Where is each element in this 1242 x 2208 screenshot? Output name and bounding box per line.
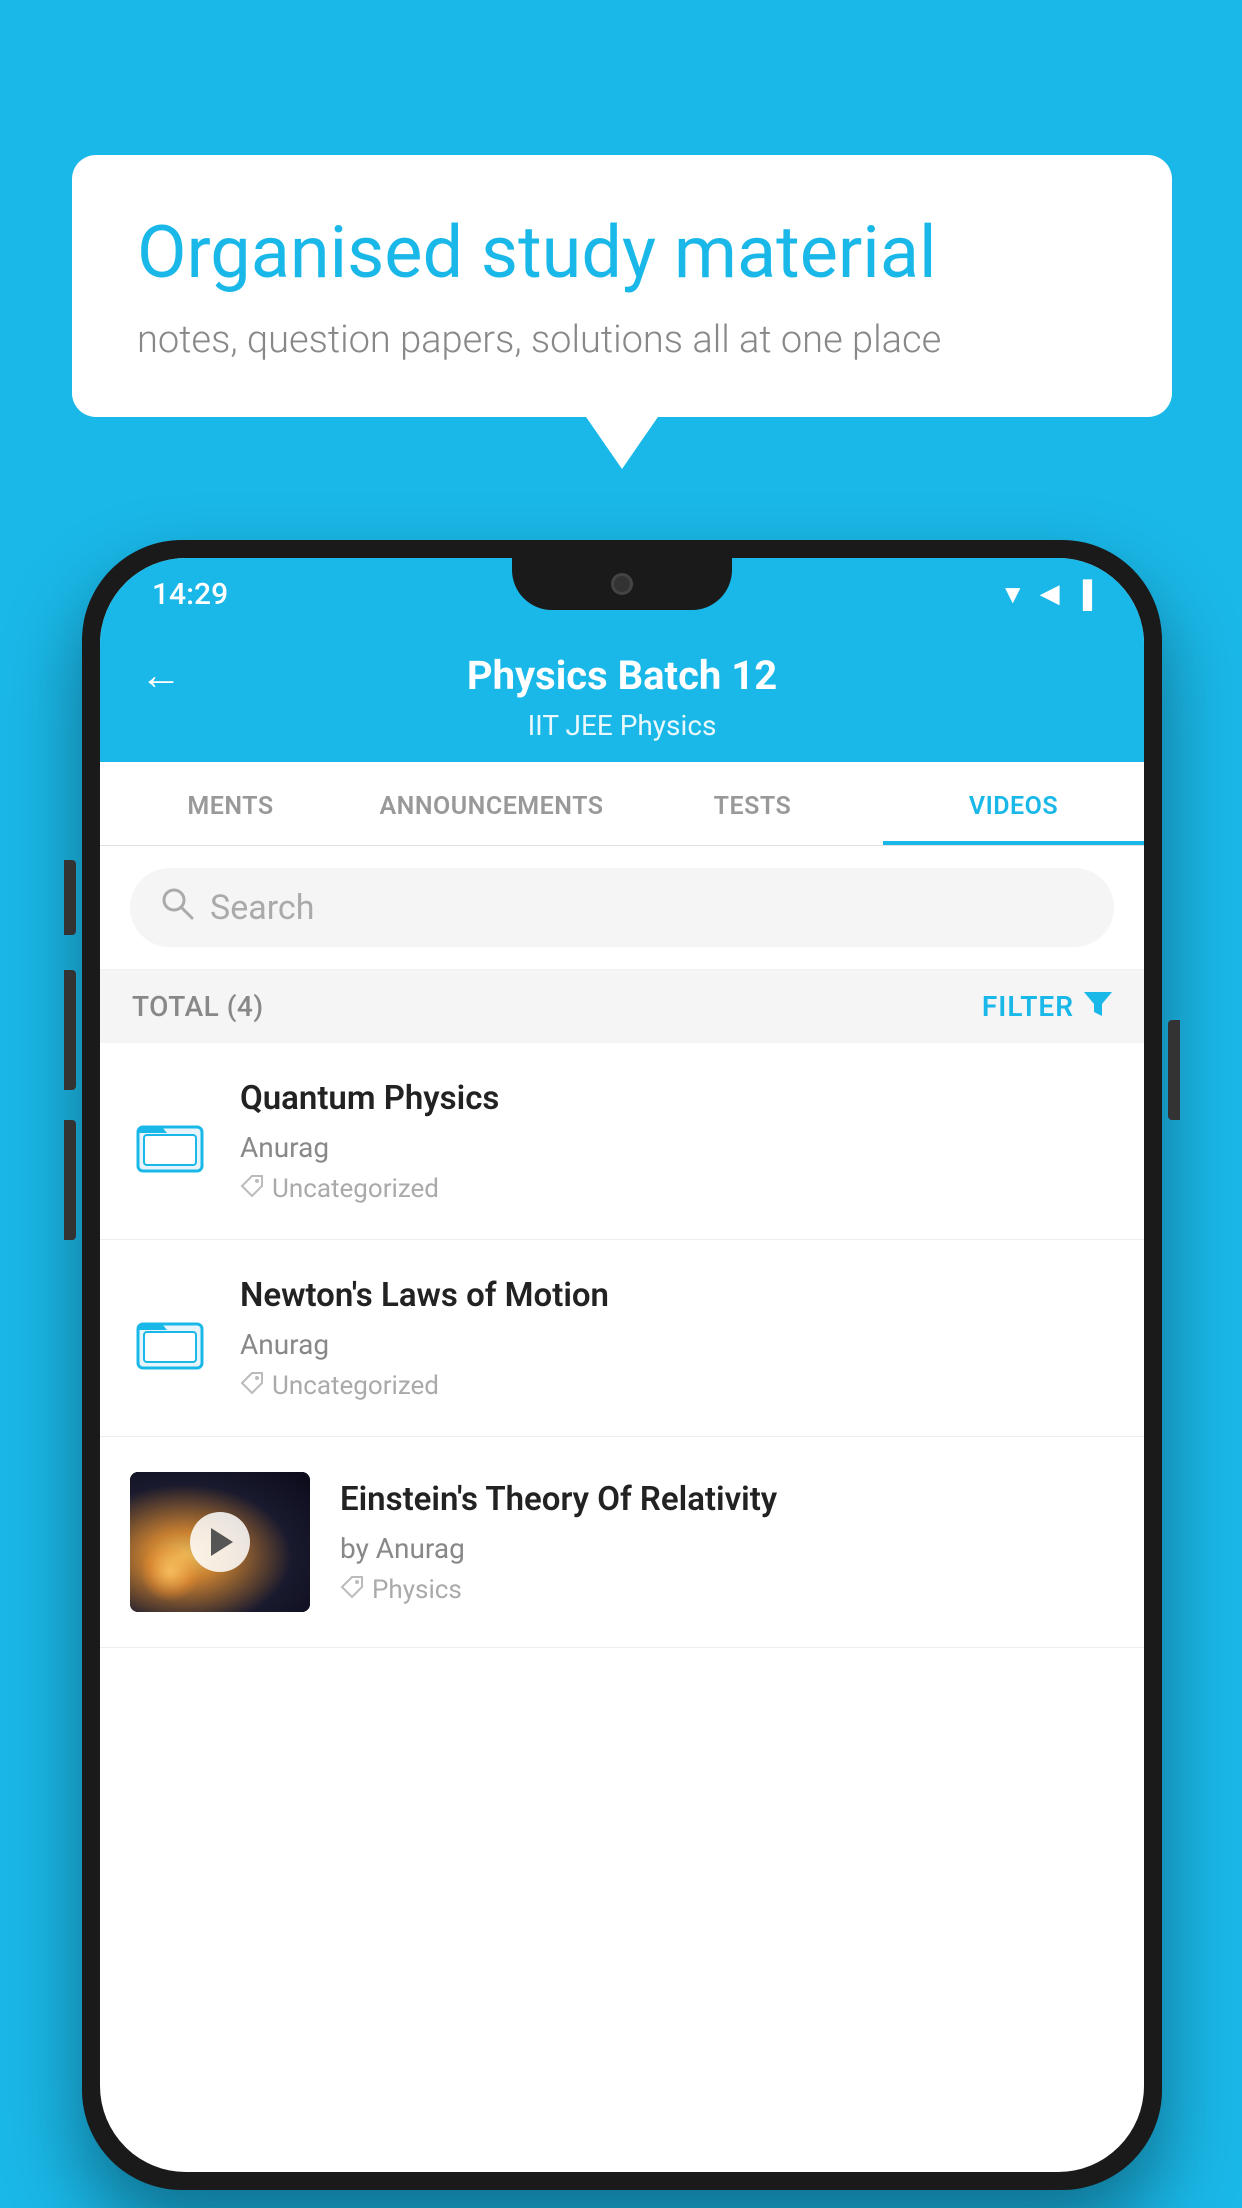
back-button[interactable]: ← — [140, 651, 182, 700]
tabs: MENTS ANNOUNCEMENTS TESTS VIDEOS — [100, 762, 1144, 846]
search-icon — [160, 886, 194, 929]
filter-label: FILTER — [982, 990, 1074, 1023]
status-bar: 14:29 ▼ ◀ ▐ — [100, 558, 1144, 630]
search-bar: Search — [100, 846, 1144, 970]
bubble-subtitle: notes, question papers, solutions all at… — [137, 318, 1107, 362]
tab-videos[interactable]: VIDEOS — [883, 762, 1144, 845]
silent-button — [64, 1120, 76, 1240]
volume-up-button — [64, 860, 76, 935]
camera — [611, 573, 633, 595]
folder-icon — [130, 1105, 210, 1177]
header-title: Physics Batch 12 — [467, 652, 777, 699]
folder-icon — [130, 1302, 210, 1374]
total-count: TOTAL (4) — [132, 990, 264, 1023]
tab-tests[interactable]: TESTS — [622, 762, 883, 845]
phone-wrapper: 14:29 ▼ ◀ ▐ ← Physics Batch 12 IIT JEE P… — [82, 540, 1162, 2190]
signal-icon: ◀ — [1040, 579, 1060, 609]
tag-label: Uncategorized — [272, 1174, 439, 1204]
play-icon — [211, 1528, 233, 1556]
video-title: Einstein's Theory Of Relativity — [340, 1479, 1114, 1522]
tag-label: Uncategorized — [272, 1371, 439, 1401]
search-input-wrap[interactable]: Search — [130, 868, 1114, 947]
video-info: Newton's Laws of Motion Anurag Uncategor… — [240, 1275, 1114, 1401]
status-time: 14:29 — [152, 577, 228, 612]
app-header: ← Physics Batch 12 IIT JEE Physics — [100, 630, 1144, 762]
volume-down-button — [64, 970, 76, 1090]
filter-icon — [1084, 990, 1112, 1023]
tab-announcements[interactable]: ANNOUNCEMENTS — [361, 762, 622, 845]
notch — [512, 558, 732, 610]
video-thumbnail — [130, 1472, 310, 1612]
list-item[interactable]: Einstein's Theory Of Relativity by Anura… — [100, 1437, 1144, 1648]
tag-label: Physics — [372, 1575, 462, 1605]
header-subtitle: IIT JEE Physics — [528, 709, 717, 742]
video-title: Quantum Physics — [240, 1078, 1114, 1121]
tag-icon — [240, 1174, 264, 1204]
speech-bubble: Organised study material notes, question… — [72, 155, 1172, 417]
video-info: Einstein's Theory Of Relativity by Anura… — [340, 1479, 1114, 1605]
list-item[interactable]: Newton's Laws of Motion Anurag Uncategor… — [100, 1240, 1144, 1437]
video-author: Anurag — [240, 1328, 1114, 1361]
video-list: Quantum Physics Anurag Uncategorized — [100, 1043, 1144, 1648]
battery-icon: ▐ — [1074, 579, 1092, 610]
video-tag: Uncategorized — [240, 1174, 1114, 1204]
video-tag: Uncategorized — [240, 1371, 1114, 1401]
tab-ments[interactable]: MENTS — [100, 762, 361, 845]
play-button[interactable] — [190, 1512, 250, 1572]
phone-screen: 14:29 ▼ ◀ ▐ ← Physics Batch 12 IIT JEE P… — [100, 558, 1144, 2172]
status-icons: ▼ ◀ ▐ — [1000, 579, 1092, 610]
filter-row: TOTAL (4) FILTER — [100, 970, 1144, 1043]
list-item[interactable]: Quantum Physics Anurag Uncategorized — [100, 1043, 1144, 1240]
phone-outer: 14:29 ▼ ◀ ▐ ← Physics Batch 12 IIT JEE P… — [82, 540, 1162, 2190]
filter-button[interactable]: FILTER — [982, 990, 1112, 1023]
video-author: Anurag — [240, 1131, 1114, 1164]
video-tag: Physics — [340, 1575, 1114, 1605]
speech-bubble-container: Organised study material notes, question… — [72, 155, 1172, 417]
video-info: Quantum Physics Anurag Uncategorized — [240, 1078, 1114, 1204]
wifi-icon: ▼ — [1000, 579, 1026, 610]
tag-icon — [340, 1575, 364, 1605]
video-title: Newton's Laws of Motion — [240, 1275, 1114, 1318]
bubble-title: Organised study material — [137, 210, 1107, 296]
search-placeholder: Search — [210, 888, 314, 928]
video-author: by Anurag — [340, 1532, 1114, 1565]
power-button — [1168, 1020, 1180, 1120]
header-top: ← Physics Batch 12 — [140, 652, 1104, 699]
tag-icon — [240, 1371, 264, 1401]
